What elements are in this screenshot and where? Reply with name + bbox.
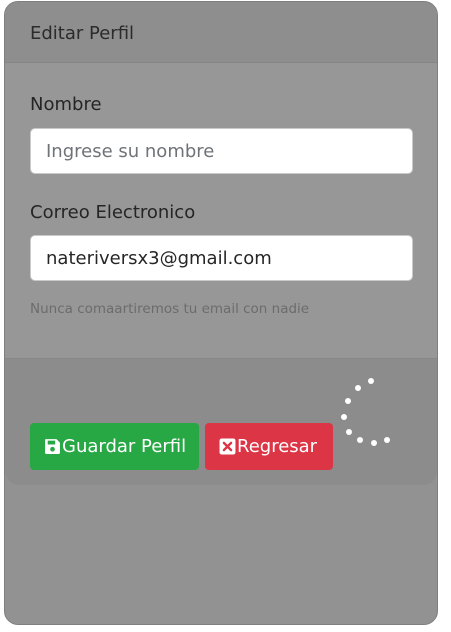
spinner-dot	[345, 398, 351, 404]
save-profile-button[interactable]: Guardar Perfil	[30, 423, 199, 470]
card-body: Nombre Correo Electronico Nunca comaarti…	[5, 63, 437, 358]
close-box-icon	[219, 438, 236, 455]
spinner-dot	[357, 437, 363, 443]
loading-spinner	[335, 374, 399, 454]
name-input[interactable]	[30, 128, 413, 174]
edit-profile-card: Editar Perfil Nombre Correo Electronico …	[4, 1, 438, 625]
email-input[interactable]	[30, 235, 413, 281]
spinner-dot	[384, 437, 390, 443]
spinner-dot	[341, 414, 347, 420]
spinner-dot	[368, 378, 374, 384]
save-icon	[44, 438, 61, 455]
page-title: Editar Perfil	[30, 23, 135, 44]
email-label: Correo Electronico	[30, 202, 196, 223]
save-profile-label: Guardar Perfil	[62, 436, 187, 457]
spinner-dot	[346, 429, 352, 435]
card-header: Editar Perfil	[5, 2, 437, 63]
spinner-dot	[355, 385, 361, 391]
back-button[interactable]: Regresar	[205, 423, 333, 470]
email-help-text: Nunca comaartiremos tu email con nadie	[30, 301, 310, 317]
spinner-dot	[371, 440, 377, 446]
name-label: Nombre	[30, 94, 102, 115]
back-label: Regresar	[237, 436, 318, 457]
